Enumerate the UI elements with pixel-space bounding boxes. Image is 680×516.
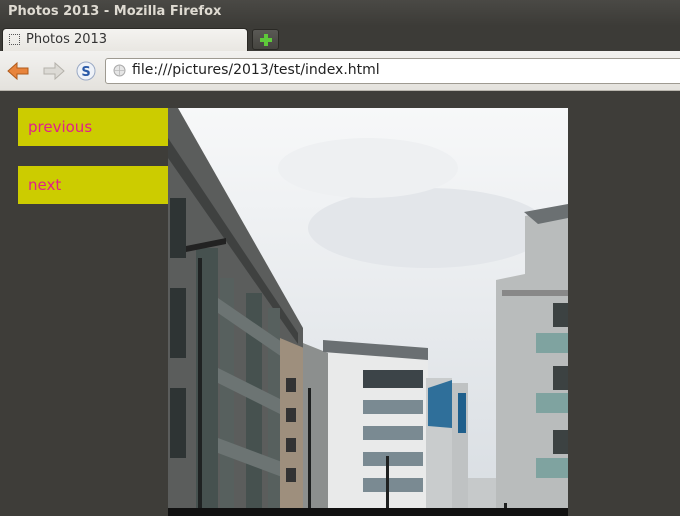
tab-photos-2013[interactable]: Photos 2013	[2, 28, 248, 51]
url-bar[interactable]: file:///pictures/2013/test/index.html	[105, 58, 680, 84]
previous-link[interactable]: previous	[18, 108, 168, 146]
blank-page-icon	[9, 34, 20, 45]
globe-icon	[113, 64, 126, 77]
back-arrow-icon[interactable]	[5, 58, 31, 84]
next-link-label[interactable]: next	[28, 176, 61, 194]
previous-link-label[interactable]: previous	[28, 118, 92, 136]
url-text[interactable]: file:///pictures/2013/test/index.html	[132, 62, 380, 78]
tab-label: Photos 2013	[26, 32, 108, 47]
next-link[interactable]: next	[18, 166, 168, 204]
navigation-toolbar: S file:///pictures/2013/test/index.html	[0, 51, 680, 91]
building-photo	[168, 108, 568, 516]
window-title: Photos 2013 - Mozilla Firefox	[8, 4, 222, 19]
stumbleupon-icon[interactable]: S	[76, 61, 96, 81]
page-content: previous next	[0, 91, 680, 516]
tab-strip: Photos 2013	[0, 26, 680, 51]
forward-arrow-icon[interactable]	[41, 58, 67, 84]
new-tab-button[interactable]	[252, 29, 279, 50]
svg-text:S: S	[81, 65, 90, 80]
window-title-bar: Photos 2013 - Mozilla Firefox	[0, 0, 680, 26]
